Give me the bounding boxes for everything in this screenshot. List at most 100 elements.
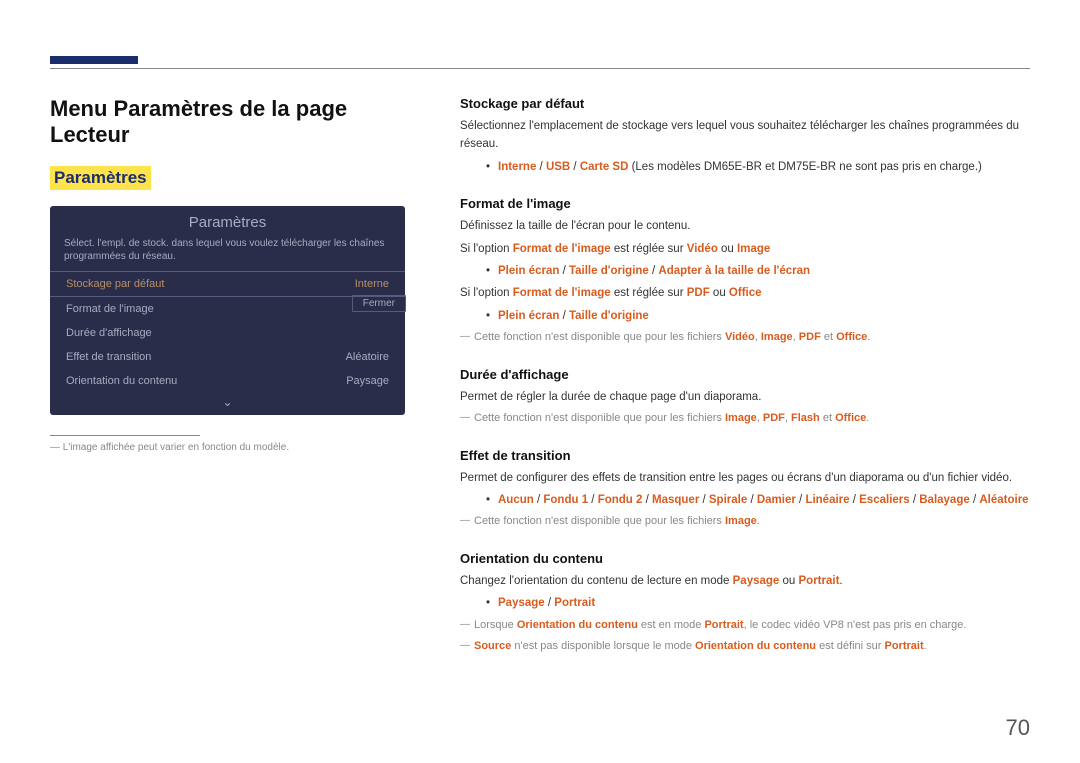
list-item: Aucun / Fondu 1 / Fondu 2 / Masquer / Sp… [486,491,1030,509]
t: Cette fonction n'est disponible que pour… [474,515,725,527]
section-title-highlight: Paramètres [50,166,151,190]
t: PDF [687,287,710,299]
screenshot-title: Paramètres [50,206,405,231]
row-orientation: Orientation du contenu Paysage [50,369,405,393]
h-stockage: Stockage par défaut [460,96,1030,111]
t: et [821,331,836,343]
note: Lorsque Orientation du contenu est en mo… [460,617,1030,635]
p: Changez l'orientation du contenu de lect… [460,572,1030,590]
t: Image [725,515,757,527]
opt: Paysage [498,597,545,609]
row-label: Format de l'image [66,303,154,315]
note: Source n'est pas disponible lorsque le m… [460,638,1030,656]
t: Portrait [885,640,924,652]
opt: Plein écran [498,265,559,277]
t: Si l'option [460,287,513,299]
chevron-down-icon: ⌄ [50,393,405,415]
t: Portrait [704,619,743,631]
t: Image [737,243,770,255]
t: Source [474,640,511,652]
t: n'est pas disponible lorsque le mode [511,640,695,652]
main-content: Menu Paramètres de la page Lecteur Param… [50,96,1030,660]
t: Vidéo [687,243,718,255]
page-title: Menu Paramètres de la page Lecteur [50,96,420,148]
opt: Taille d'origine [569,310,649,322]
t: Portrait [799,575,840,587]
opts-format-1: Plein écran / Taille d'origine / Adapter… [460,262,1030,280]
opt: USB [546,161,570,173]
row-label: Orientation du contenu [66,375,177,387]
p: Sélectionnez l'emplacement de stockage v… [460,117,1030,154]
header-accent [50,56,138,64]
row-label: Durée d'affichage [66,327,152,339]
row-value: Interne [355,278,389,290]
screenshot-desc: Sélect. l'empl. de stock. dans lequel vo… [50,231,405,271]
t: est réglée sur [611,243,687,255]
row-duree: Durée d'affichage [50,321,405,345]
t: ou [779,575,798,587]
t: Format de l'image [513,243,611,255]
footnote: ― L'image affichée peut varier en foncti… [50,442,420,453]
opts-stockage: Interne / USB / Carte SD (Les modèles DM… [460,158,1030,176]
opt: Portrait [554,597,595,609]
t: , le codec vidéo VP8 n'est pas pris en c… [744,619,967,631]
right-column: Stockage par défaut Sélectionnez l'empla… [450,96,1030,660]
p: Si l'option Format de l'image est réglée… [460,284,1030,302]
opts-effet: Aucun / Fondu 1 / Fondu 2 / Masquer / Sp… [460,491,1030,509]
footnote-text: L'image affichée peut varier en fonction… [63,442,289,453]
t: Office [836,331,867,343]
t: Orientation du contenu [517,619,638,631]
list-item: Interne / USB / Carte SD (Les modèles DM… [486,158,1030,176]
header-rule [50,68,1030,69]
t: Image [725,412,757,424]
t: Flash [791,412,820,424]
p: Permet de régler la durée de chaque page… [460,388,1030,406]
h-orientation: Orientation du contenu [460,551,1030,566]
settings-screenshot: Paramètres Sélect. l'empl. de stock. dan… [50,206,405,415]
note: Cette fonction n'est disponible que pour… [460,329,1030,347]
h-effet: Effet de transition [460,448,1030,463]
h-duree: Durée d'affichage [460,367,1030,382]
row-stockage: Stockage par défaut Interne [50,271,405,297]
opts-orientation: Paysage / Portrait [460,594,1030,612]
row-value: Aléatoire [346,351,389,363]
h-format: Format de l'image [460,196,1030,211]
t: Vidéo [725,331,755,343]
t: Cette fonction n'est disponible que pour… [474,412,725,424]
t: ou [718,243,737,255]
t: ou [710,287,729,299]
p: Définissez la taille de l'écran pour le … [460,217,1030,235]
p: Permet de configurer des effets de trans… [460,469,1030,487]
opt: Carte SD [580,161,629,173]
note: Cette fonction n'est disponible que pour… [460,513,1030,531]
opt: Taille d'origine [569,265,649,277]
t: Orientation du contenu [695,640,816,652]
t: Cette fonction n'est disponible que pour… [474,331,725,343]
opt: Adapter à la taille de l'écran [658,265,810,277]
t: Office [729,287,762,299]
t: PDF [763,412,785,424]
t: Format de l'image [513,287,611,299]
list-item: Paysage / Portrait [486,594,1030,612]
t: Changez l'orientation du contenu de lect… [460,575,733,587]
list-item: Plein écran / Taille d'origine / Adapter… [486,262,1030,280]
row-label: Effet de transition [66,351,151,363]
row-label: Stockage par défaut [66,278,164,290]
note: Cette fonction n'est disponible que pour… [460,410,1030,428]
opts-format-2: Plein écran / Taille d'origine [460,307,1030,325]
t: est en mode [638,619,705,631]
screenshot-wrap: Paramètres Sélect. l'empl. de stock. dan… [50,206,420,415]
t: est réglée sur [611,287,687,299]
t: Office [835,412,866,424]
page-number: 70 [1006,715,1030,741]
t: Lorsque [474,619,517,631]
t: et [820,412,835,424]
list-item: Plein écran / Taille d'origine [486,307,1030,325]
t: Image [761,331,793,343]
opt: Interne [498,161,536,173]
t: PDF [799,331,821,343]
t: Paysage [733,575,780,587]
t: Si l'option [460,243,513,255]
row-value: Paysage [346,375,389,387]
left-column: Menu Paramètres de la page Lecteur Param… [50,96,450,660]
